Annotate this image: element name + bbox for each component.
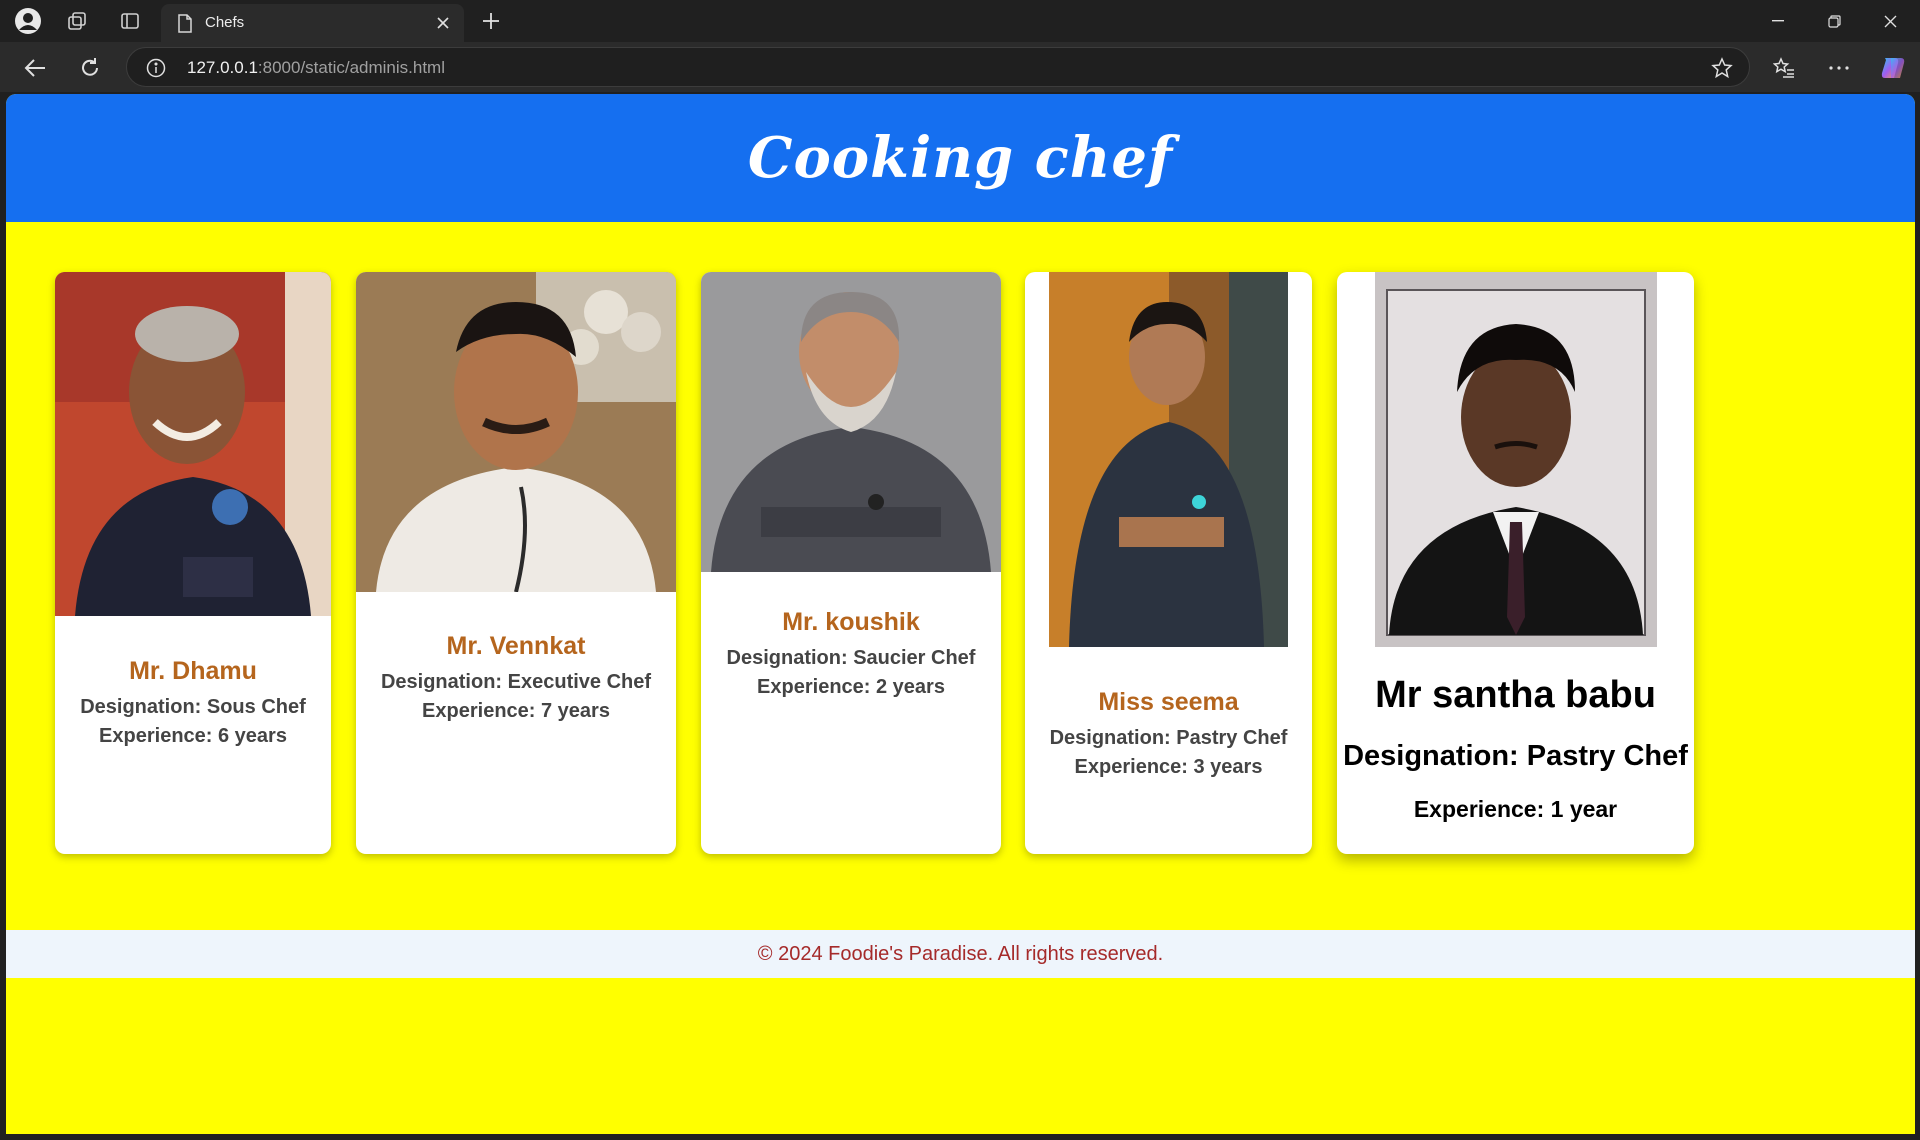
chef-photo	[701, 272, 1001, 572]
chef-photo	[1049, 272, 1288, 647]
chef-name: Mr. Dhamu	[129, 657, 257, 685]
minimize-icon[interactable]	[1750, 0, 1806, 42]
chef-designation: Designation: Saucier Chef	[726, 647, 976, 669]
chef-card: Mr. Dhamu Designation: Sous Chef Experie…	[55, 272, 331, 854]
chef-card: Mr. Vennkat Designation: Executive Chef …	[356, 272, 676, 854]
chef-name: Mr santha babu	[1375, 674, 1656, 716]
page-icon	[177, 14, 193, 38]
chef-name: Mr. koushik	[782, 608, 920, 636]
footer-text: © 2024 Foodie's Paradise. All rights res…	[757, 942, 1164, 965]
new-tab-icon[interactable]	[477, 7, 505, 35]
browser-nav-bar: 127.0.0.1:8000/static/adminis.html	[0, 42, 1920, 92]
chef-name: Miss seema	[1098, 688, 1239, 716]
back-arrow-icon[interactable]	[18, 51, 52, 85]
chef-designation: Designation: Pastry Chef	[1343, 740, 1688, 772]
chef-experience: Experience: 1 year	[1413, 796, 1618, 822]
site-footer: © 2024 Foodie's Paradise. All rights res…	[6, 930, 1915, 978]
close-window-icon[interactable]	[1862, 0, 1918, 42]
tab-chefs[interactable]: Chefs	[161, 4, 464, 42]
site-header: Cooking chef	[6, 94, 1915, 222]
url-path: :8000/static/adminis.html	[257, 58, 445, 77]
chef-designation: Designation: Pastry Chef	[1049, 727, 1288, 749]
page-title: Cooking chef	[747, 125, 1174, 191]
chef-card: Mr santha babu Designation: Pastry Chef …	[1337, 272, 1694, 854]
chef-experience: Experience: 7 years	[422, 700, 610, 722]
chef-experience: Experience: 3 years	[1074, 756, 1263, 778]
info-icon[interactable]	[145, 57, 167, 79]
chef-name: Mr. Vennkat	[446, 632, 586, 660]
chef-card: Miss seema Designation: Pastry Chef Expe…	[1025, 272, 1312, 854]
favorite-star-icon[interactable]	[1711, 57, 1733, 79]
chef-experience: Experience: 6 years	[99, 725, 287, 747]
chef-experience: Experience: 2 years	[757, 676, 945, 698]
tab-title: Chefs	[205, 14, 245, 31]
page-viewport: Cooking chef Mr. Dhamu Designation: Sous…	[6, 94, 1915, 1134]
copilot-icon[interactable]	[1876, 51, 1910, 85]
more-options-icon[interactable]	[1822, 51, 1856, 85]
chef-designation: Designation: Executive Chef	[380, 671, 652, 693]
chef-photo	[356, 272, 676, 592]
tab-actions-icon[interactable]	[116, 7, 144, 35]
url-text: 127.0.0.1:8000/static/adminis.html	[187, 58, 445, 78]
address-bar[interactable]: 127.0.0.1:8000/static/adminis.html	[126, 47, 1750, 87]
chef-photo	[1375, 272, 1657, 647]
profile-icon[interactable]	[14, 7, 42, 35]
chef-photo	[55, 272, 331, 616]
url-host: 127.0.0.1	[187, 58, 258, 77]
reload-icon[interactable]	[73, 51, 107, 85]
close-tab-icon[interactable]	[433, 13, 453, 33]
chef-card: Mr. koushik Designation: Saucier Chef Ex…	[701, 272, 1001, 854]
chef-designation: Designation: Sous Chef	[80, 696, 306, 718]
restore-icon[interactable]	[1806, 0, 1862, 42]
favorites-list-icon[interactable]	[1767, 51, 1801, 85]
workspaces-icon[interactable]	[63, 7, 91, 35]
browser-tab-bar: Chefs	[0, 0, 1920, 42]
